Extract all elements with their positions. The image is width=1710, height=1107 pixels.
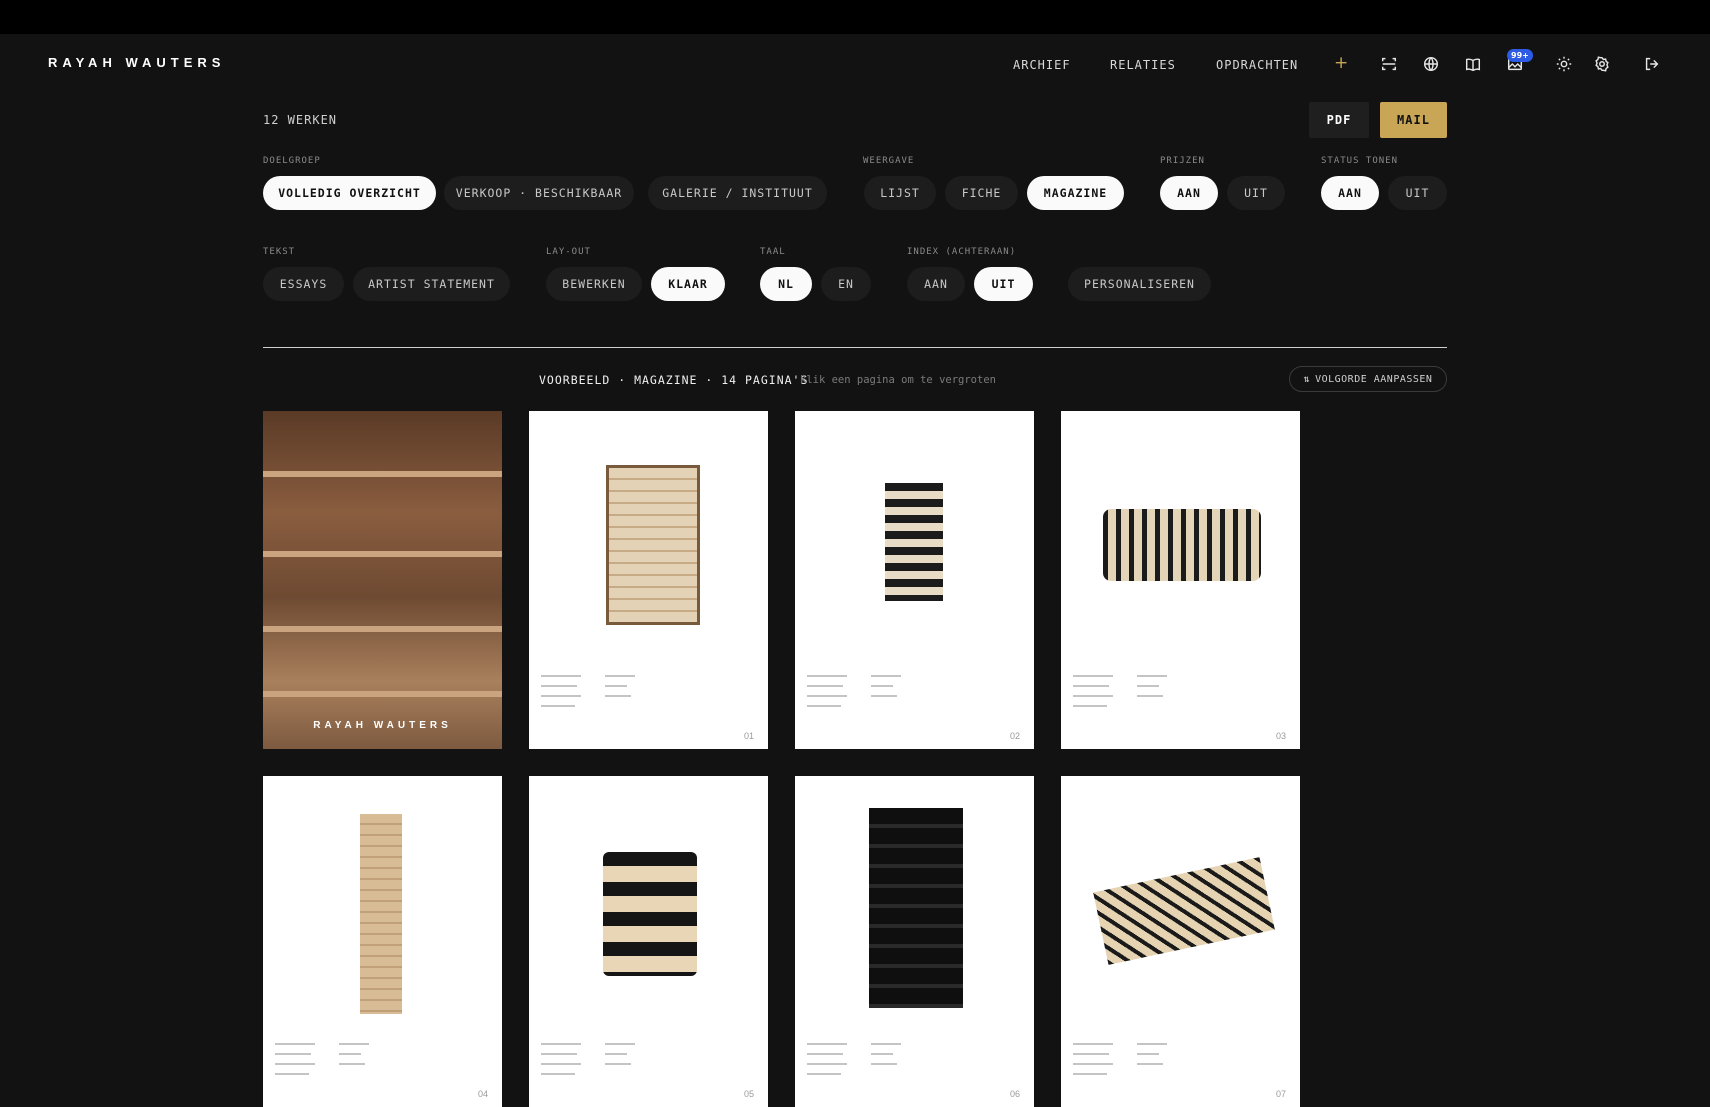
add-button[interactable]: +: [1334, 53, 1348, 73]
cover-artist-name: RAYAH WAUTERS: [313, 720, 452, 731]
option-galerie-instituut[interactable]: GALERIE / INSTITUUT: [648, 176, 827, 210]
works-count: 12 WERKEN: [263, 113, 338, 127]
reorder-label: VOLGORDE AANPASSEN: [1315, 373, 1433, 385]
nav-opdrachten[interactable]: OPDRACHTEN: [1216, 58, 1298, 72]
nav-archief[interactable]: ARCHIEF: [1013, 58, 1071, 72]
option-bewerken[interactable]: BEWERKEN: [546, 267, 642, 301]
magazine-page-06[interactable]: 06: [795, 776, 1034, 1107]
option-magazine[interactable]: MAGAZINE: [1027, 176, 1124, 210]
scan-icon[interactable]: [1380, 55, 1400, 75]
option-artist-statement[interactable]: ARTIST STATEMENT: [353, 267, 510, 301]
option-en[interactable]: EN: [821, 267, 871, 301]
gear-icon[interactable]: [1593, 55, 1613, 75]
option-index-aan[interactable]: AAN: [907, 267, 965, 301]
option-klaar[interactable]: KLAAR: [651, 267, 725, 301]
option-status-aan[interactable]: AAN: [1321, 176, 1379, 210]
tekst-label: TEKST: [263, 247, 296, 257]
page-number: 02: [1009, 731, 1020, 741]
artwork-details: [1073, 1043, 1273, 1087]
status-label: STATUS TONEN: [1321, 156, 1399, 166]
preview-hint: klik een pagina om te vergroten: [800, 374, 996, 386]
cover-shelf: [263, 551, 502, 557]
magazine-page-02[interactable]: 02: [795, 411, 1034, 749]
page-number: 06: [1009, 1089, 1020, 1099]
index-label: INDEX (ACHTERAAN): [907, 247, 1017, 257]
cover-shelf: [263, 471, 502, 477]
option-prijzen-aan[interactable]: AAN: [1160, 176, 1218, 210]
option-nl[interactable]: NL: [760, 267, 812, 301]
artwork-details: [1073, 675, 1273, 719]
option-volledig-overzicht[interactable]: VOLLEDIG OVERZICHT: [263, 176, 436, 210]
doelgroep-label: DOELGROEP: [263, 156, 321, 166]
pdf-button[interactable]: PDF: [1309, 102, 1369, 138]
reorder-button[interactable]: ⇅ VOLGORDE AANPASSEN: [1289, 366, 1447, 392]
magazine-page-07[interactable]: 07: [1061, 776, 1300, 1107]
artwork-details: [541, 675, 741, 719]
page-number: 04: [477, 1089, 488, 1099]
cover-shelf: [263, 626, 502, 632]
nav-relaties[interactable]: RELATIES: [1110, 58, 1176, 72]
reorder-icon: ⇅: [1303, 373, 1311, 385]
preview-title: VOORBEELD · MAGAZINE · 14 PAGINA'S: [539, 373, 809, 387]
prijzen-label: PRIJZEN: [1160, 156, 1205, 166]
sun-icon[interactable]: [1555, 55, 1575, 75]
logout-icon[interactable]: [1643, 55, 1663, 75]
option-verkoop-beschikbaar[interactable]: VERKOOP · BESCHIKBAAR: [444, 176, 634, 210]
weergave-label: WEERGAVE: [863, 156, 915, 166]
artwork-image: [1103, 509, 1261, 581]
globe-icon[interactable]: [1422, 55, 1442, 75]
section-divider: [263, 347, 1447, 348]
artwork-details: [275, 1043, 475, 1087]
artwork-image: [606, 465, 700, 625]
app-header: RAYAH WAUTERS ARCHIEF RELATIES OPDRACHTE…: [0, 34, 1710, 96]
page-number: 03: [1275, 731, 1286, 741]
page-number: 07: [1275, 1089, 1286, 1099]
page-number: 01: [743, 731, 754, 741]
artwork-details: [807, 1043, 1007, 1087]
artwork-image: [869, 808, 963, 1008]
magazine-page-cover[interactable]: RAYAH WAUTERS: [263, 411, 502, 749]
notification-badge: 99+: [1507, 49, 1533, 62]
magazine-page-05[interactable]: 05: [529, 776, 768, 1107]
magazine-page-03[interactable]: 03: [1061, 411, 1300, 749]
artwork-image: [885, 483, 943, 601]
layout-label: LAY-OUT: [546, 247, 591, 257]
cover-shelf: [263, 691, 502, 697]
taal-label: TAAL: [760, 247, 786, 257]
mail-button[interactable]: MAIL: [1380, 102, 1447, 138]
brand-logo[interactable]: RAYAH WAUTERS: [48, 55, 225, 70]
option-lijst[interactable]: LIJST: [864, 176, 936, 210]
option-prijzen-uit[interactable]: UIT: [1227, 176, 1285, 210]
option-fiche[interactable]: FICHE: [945, 176, 1018, 210]
option-essays[interactable]: ESSAYS: [263, 267, 344, 301]
option-status-uit[interactable]: UIT: [1388, 176, 1447, 210]
artwork-image: [360, 814, 402, 1014]
personaliseren-button[interactable]: PERSONALISEREN: [1068, 267, 1211, 301]
magazine-page-04[interactable]: 04: [263, 776, 502, 1107]
option-index-uit[interactable]: UIT: [974, 267, 1033, 301]
artwork-image: [603, 852, 697, 976]
book-icon[interactable]: [1464, 55, 1484, 75]
magazine-page-01[interactable]: 01: [529, 411, 768, 749]
artwork-details: [807, 675, 1007, 719]
window-top-bar: [0, 0, 1710, 34]
artwork-details: [541, 1043, 741, 1087]
artwork-image: [1093, 857, 1275, 965]
page-number: 05: [743, 1089, 754, 1099]
